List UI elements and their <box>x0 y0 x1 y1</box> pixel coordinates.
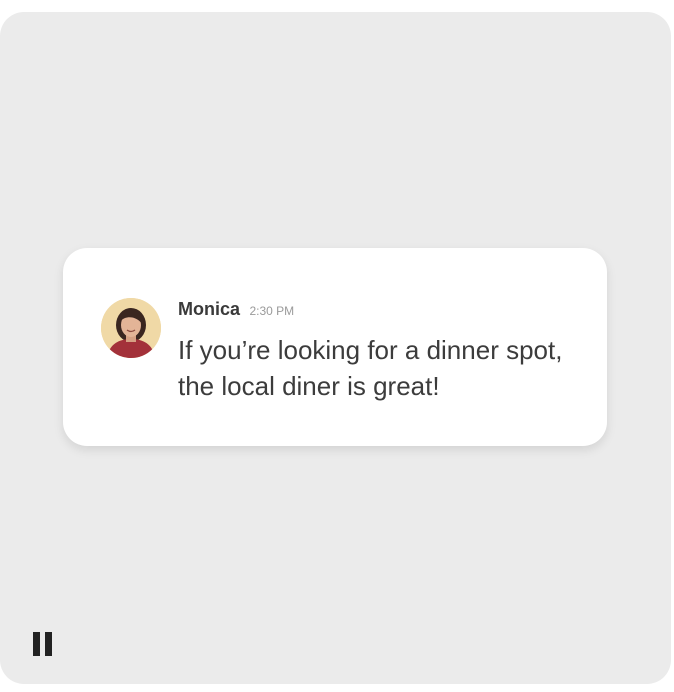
sender-name: Monica <box>178 299 241 319</box>
pause-icon-bar-right <box>45 632 52 656</box>
chat-message-card: Monica 2:30 PM If you’re looking for a d… <box>63 248 607 446</box>
pause-button[interactable] <box>33 632 53 656</box>
message-preview-stage: Monica 2:30 PM If you’re looking for a d… <box>0 12 671 684</box>
avatar <box>101 298 161 358</box>
pause-icon-bar-left <box>33 632 40 656</box>
message-text: If you’re looking for a dinner spot, the… <box>178 335 563 401</box>
message-header: Monica 2:30 PM <box>178 299 294 320</box>
message-timestamp: 2:30 PM <box>249 304 295 318</box>
person-avatar-icon <box>101 298 161 358</box>
